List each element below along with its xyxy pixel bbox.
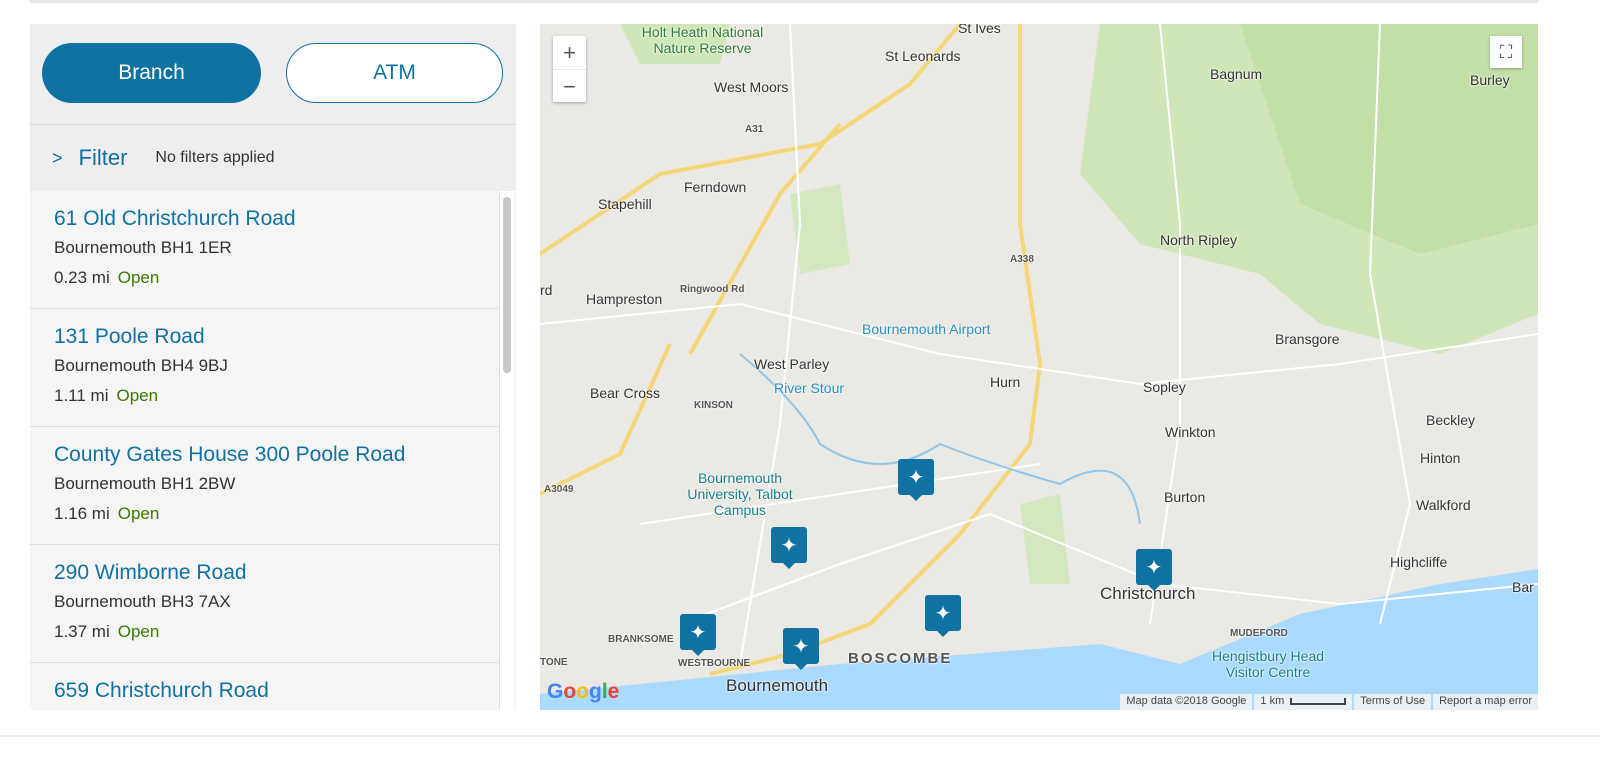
map-place-label: West Moors <box>714 79 789 95</box>
map-place-label: TONE <box>540 657 568 668</box>
map-place-label: Bournemouth University, Talbot Campus <box>687 470 793 518</box>
eagle-logo-icon: ✦ <box>1136 549 1172 585</box>
branch-distance: 1.11 mi <box>54 386 109 405</box>
map-place-label: Ringwood Rd <box>680 284 745 295</box>
branch-city: Bournemouth BH4 9BJ <box>54 356 228 375</box>
branch-distance: 1.37 mi <box>54 622 110 641</box>
branch-list-item[interactable]: 290 Wimborne Road Bournemouth BH3 7AX 1.… <box>30 545 498 663</box>
report-map-error-link[interactable]: Report a map error <box>1433 694 1538 710</box>
branch-map-marker[interactable]: ✦ <box>1136 549 1172 591</box>
zoom-control: + − <box>553 36 586 102</box>
branch-distance: 0.23 mi <box>54 268 110 287</box>
map-place-label: rd <box>540 282 553 298</box>
map-place-label: Bagnum <box>1210 66 1263 82</box>
map-place-label: North Ripley <box>1160 232 1238 248</box>
map-place-label: Stapehill <box>598 196 652 212</box>
google-logo: Google <box>547 680 620 703</box>
branch-status: Open <box>117 504 160 523</box>
branch-city: Bournemouth BH1 1ER <box>54 238 232 257</box>
chevron-right-icon: > <box>52 147 63 168</box>
map-place-label: Hurn <box>990 374 1021 390</box>
top-divider <box>30 0 1538 3</box>
eagle-logo-icon: ✦ <box>771 527 807 563</box>
map-place-label: BOSCOMBE <box>848 650 953 667</box>
eagle-logo-icon: ✦ <box>925 595 961 631</box>
zoom-in-button[interactable]: + <box>553 36 586 69</box>
map-place-label: Holt Heath National Nature Reserve <box>641 24 764 56</box>
branch-name[interactable]: County Gates House 300 Poole Road <box>54 441 498 469</box>
map-place-label: Bear Cross <box>590 385 661 401</box>
branch-tab-button[interactable]: Branch <box>42 43 261 103</box>
branch-distance: 1.16 mi <box>54 504 110 523</box>
map-place-label: Bournemouth <box>726 676 829 695</box>
map-place-label: A3049 <box>544 484 574 495</box>
filter-status: No filters applied <box>155 149 275 166</box>
branch-city: Bournemouth BH1 2BW <box>54 474 236 493</box>
map-place-label: Bransgore <box>1275 331 1340 347</box>
map-place-label: KINSON <box>694 400 733 411</box>
map-scale: 1 km <box>1254 694 1353 710</box>
eagle-logo-icon: ✦ <box>898 459 934 495</box>
branch-map-marker[interactable]: ✦ <box>771 527 807 569</box>
map[interactable]: Holt Heath National Nature Reserve St Ive… <box>540 24 1538 710</box>
map-place-label: BRANKSOME <box>608 634 674 645</box>
branch-city: Bournemouth BH3 7AX <box>54 592 231 611</box>
eagle-logo-icon: ✦ <box>783 628 819 664</box>
map-attribution: Map data ©2018 Google 1 km Terms of Use … <box>1118 694 1538 710</box>
branch-finder-panel: Branch ATM > Filter No filters applied 6… <box>30 24 516 710</box>
branch-status: Open <box>117 622 160 641</box>
map-place-label: Bar <box>1512 579 1534 595</box>
map-place-label: Burton <box>1164 489 1206 505</box>
map-place-label: Ferndown <box>684 179 747 195</box>
map-place-label: MUDEFORD <box>1230 628 1288 639</box>
branch-map-marker[interactable]: ✦ <box>680 614 716 656</box>
branch-name[interactable]: 290 Wimborne Road <box>54 559 498 587</box>
branch-list-item[interactable]: 131 Poole Road Bournemouth BH4 9BJ 1.11 … <box>30 309 498 427</box>
branch-status: Open <box>116 386 159 405</box>
branch-name[interactable]: 131 Poole Road <box>54 323 498 351</box>
map-place-label: A338 <box>1010 254 1034 265</box>
branch-name[interactable]: 61 Old Christchurch Road <box>54 205 498 233</box>
map-place-label: Burley <box>1470 72 1510 88</box>
map-place-label: Walkford <box>1416 497 1471 513</box>
map-place-label: Beckley <box>1426 412 1476 428</box>
map-place-label: A31 <box>745 124 764 135</box>
branch-name[interactable]: 659 Christchurch Road <box>54 677 498 705</box>
scrollbar-thumb[interactable] <box>503 197 511 373</box>
scale-label: 1 km <box>1260 695 1285 707</box>
scrollbar[interactable] <box>499 191 514 710</box>
branch-map-marker[interactable]: ✦ <box>925 595 961 637</box>
filter-toggle[interactable]: > Filter No filters applied <box>30 124 516 192</box>
branch-list-item[interactable]: County Gates House 300 Poole Road Bourne… <box>30 427 498 545</box>
map-place-label: West Parley <box>754 356 830 372</box>
zoom-out-button[interactable]: − <box>553 69 586 103</box>
map-place-label: Winkton <box>1165 424 1216 440</box>
map-place-label: Sopley <box>1143 379 1186 395</box>
filter-label: Filter <box>78 145 128 170</box>
map-place-label: Hengistbury Head Visitor Centre <box>1211 648 1325 680</box>
map-background <box>540 24 1538 710</box>
branch-list-item[interactable]: 61 Old Christchurch Road Bournemouth BH1… <box>30 191 498 309</box>
fullscreen-button[interactable]: ⛶ <box>1490 36 1522 68</box>
branch-status: Open <box>117 268 160 287</box>
terms-of-use-link[interactable]: Terms of Use <box>1354 694 1432 710</box>
map-place-label: Hinton <box>1420 450 1461 466</box>
branch-list-item[interactable]: 659 Christchurch Road <box>30 663 498 710</box>
map-place-label: WESTBOURNE <box>678 658 751 669</box>
map-place-label: St Leonards <box>885 48 961 64</box>
bottom-divider <box>0 735 1600 737</box>
atm-tab-button[interactable]: ATM <box>286 43 503 103</box>
eagle-logo-icon: ✦ <box>680 614 716 650</box>
map-place-label: St Ives <box>958 24 1001 36</box>
map-data-credit: Map data ©2018 Google <box>1120 694 1253 710</box>
map-place-label: River Stour <box>774 380 845 396</box>
branch-map-marker[interactable]: ✦ <box>898 459 934 501</box>
map-place-label: Bournemouth Airport <box>862 321 991 337</box>
branch-map-marker[interactable]: ✦ <box>783 628 819 670</box>
branch-list: 61 Old Christchurch Road Bournemouth BH1… <box>30 191 516 710</box>
map-place-label: Highcliffe <box>1390 554 1448 570</box>
map-place-label: Hampreston <box>586 291 663 307</box>
